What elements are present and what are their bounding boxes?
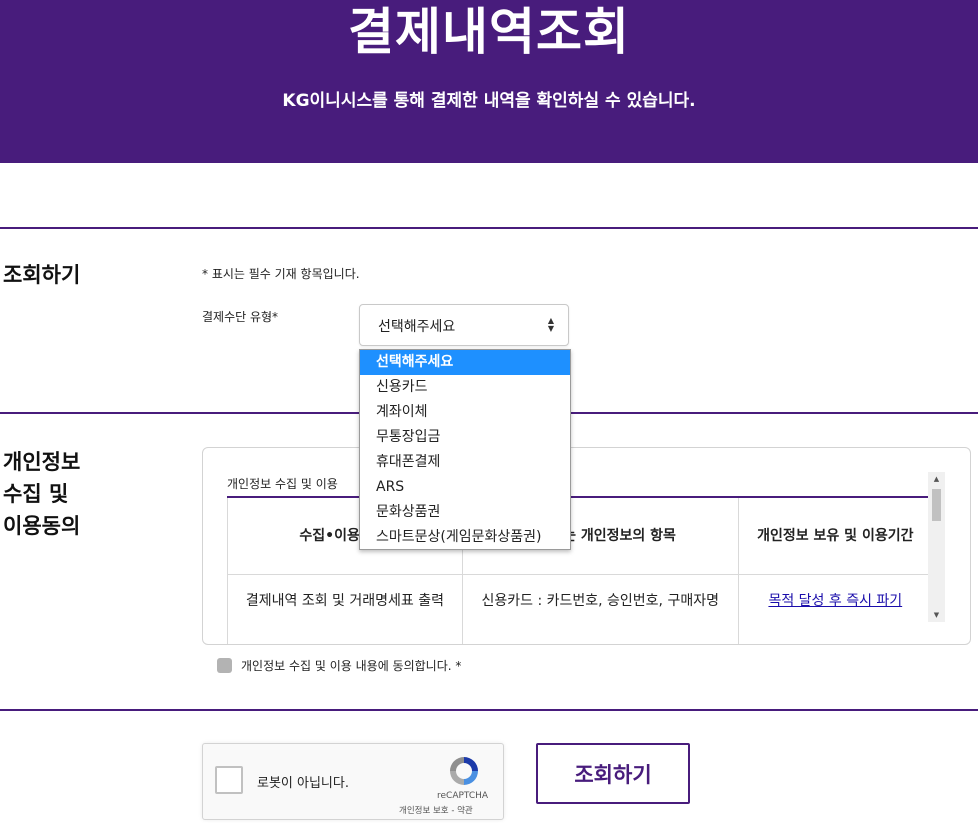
privacy-title-line-3: 이용동의 (3, 514, 81, 538)
privacy-title-line-1: 개인정보 (3, 450, 81, 474)
scroll-up-icon[interactable]: ▲ (928, 472, 945, 486)
cell-period: 목적 달성 후 즉시 파기 (738, 574, 932, 644)
privacy-agree-checkbox[interactable] (217, 658, 232, 673)
scroll-thumb[interactable] (932, 489, 941, 521)
privacy-table: 수집•이용 목적 수집하는 개인정보의 항목 개인정보 보유 및 이용기간 결제… (227, 498, 932, 644)
cell-items: 신용카드 : 카드번호, 승인번호, 구매자명 (462, 574, 739, 644)
privacy-terms-box[interactable]: 개인정보 수집 및 이용 수집•이용 목적 수집하는 개인정보의 항목 개인정보… (202, 447, 971, 645)
payment-type-select[interactable]: 선택해주세요 ▲ ▼ (359, 304, 569, 346)
required-note: * 표시는 필수 기재 항목입니다. (202, 267, 360, 281)
divider-bottom (0, 709, 978, 711)
privacy-section-title: 개인정보 수집 및 이용동의 (3, 446, 80, 542)
lookup-section-title: 조회하기 (3, 263, 81, 287)
privacy-title-line-2: 수집 및 (3, 482, 69, 506)
table-header-row: 수집•이용 목적 수집하는 개인정보의 항목 개인정보 보유 및 이용기간 (227, 498, 932, 575)
privacy-scroll-area: 개인정보 수집 및 이용 수집•이용 목적 수집하는 개인정보의 항목 개인정보… (203, 448, 970, 644)
header-period: 개인정보 보유 및 이용기간 (738, 498, 932, 575)
divider-top (0, 227, 978, 229)
scroll-down-icon[interactable]: ▼ (928, 608, 945, 622)
payment-type-selected-value: 선택해주세요 (378, 319, 456, 335)
privacy-agree-label: 개인정보 수집 및 이용 내용에 동의합니다. * (241, 659, 462, 673)
page-header: 결제내역조회 KG이니시스를 통해 결제한 내역을 확인하실 수 있습니다. (0, 0, 978, 163)
privacy-scrollbar[interactable]: ▲ ▼ (928, 472, 945, 622)
search-button[interactable]: 조회하기 (536, 743, 690, 804)
recaptcha-label: 로봇이 아닙니다. (257, 776, 349, 791)
privacy-box-caption: 개인정보 수집 및 이용 (227, 477, 338, 491)
recaptcha-widget: 로봇이 아닙니다. reCAPTCHA 개인정보 보호 - 약관 (202, 743, 504, 820)
recaptcha-checkbox[interactable] (215, 766, 243, 794)
recaptcha-links[interactable]: 개인정보 보호 - 약관 (399, 804, 473, 816)
cell-purpose: 결제내역 조회 및 거래명세표 출력 (227, 574, 463, 644)
select-arrows-icon: ▲ ▼ (547, 316, 555, 333)
page-subtitle: KG이니시스를 통해 결제한 내역을 확인하실 수 있습니다. (282, 91, 696, 111)
recaptcha-logo-icon (450, 757, 478, 785)
option-ars[interactable]: ARS (360, 475, 570, 500)
option-deposit[interactable]: 무통장입금 (360, 425, 570, 450)
option-smart-voucher[interactable]: 스마트문상(게임문화상품권) (360, 525, 570, 550)
table-row: 결제내역 조회 및 거래명세표 출력 신용카드 : 카드번호, 승인번호, 구매… (227, 574, 932, 644)
option-bank-transfer[interactable]: 계좌이체 (360, 400, 570, 425)
option-credit-card[interactable]: 신용카드 (360, 375, 570, 400)
option-mobile-payment[interactable]: 휴대폰결제 (360, 450, 570, 475)
payment-type-dropdown[interactable]: 선택해주세요 신용카드 계좌이체 무통장입금 휴대폰결제 ARS 문화상품권 스… (359, 349, 571, 550)
period-link[interactable]: 목적 달성 후 즉시 파기 (768, 593, 902, 609)
option-select-prompt[interactable]: 선택해주세요 (360, 350, 570, 375)
recaptcha-brand: reCAPTCHA (437, 791, 489, 801)
payment-type-label: 결제수단 유형* (202, 310, 279, 324)
page-title: 결제내역조회 (348, 3, 630, 61)
option-culture-voucher[interactable]: 문화상품권 (360, 500, 570, 525)
